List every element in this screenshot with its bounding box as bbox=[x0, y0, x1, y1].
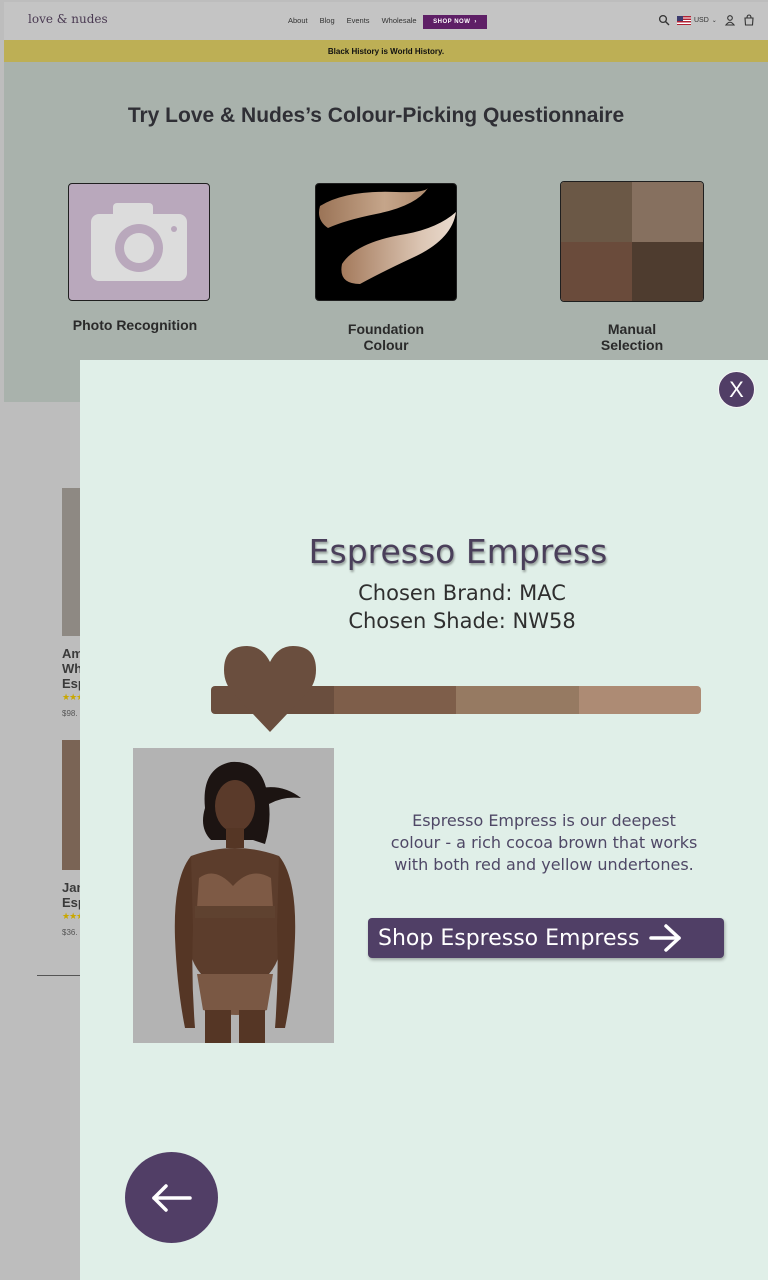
nav-events[interactable]: Events bbox=[347, 16, 370, 25]
manual-label-line2: Selection bbox=[600, 337, 664, 353]
chosen-brand: Chosen Brand: MAC bbox=[358, 581, 566, 605]
foundation-swatch-image bbox=[319, 188, 456, 284]
search-icon[interactable] bbox=[658, 14, 670, 26]
nav-wholesale[interactable]: Wholesale bbox=[382, 16, 417, 25]
shop-shade-button[interactable]: Shop Espresso Empress bbox=[368, 918, 724, 958]
arrow-left-icon bbox=[151, 1183, 192, 1212]
foundation-label-line1: Foundation bbox=[347, 321, 425, 337]
manual-selection-option[interactable] bbox=[560, 181, 704, 302]
currency-label: USD bbox=[694, 16, 709, 24]
shade-description: Espresso Empress is our deepest colour -… bbox=[390, 811, 698, 874]
camera-icon bbox=[91, 203, 187, 281]
shade-result-modal: X Espresso Empress Chosen Brand: MAC Cho… bbox=[80, 360, 768, 1280]
close-modal-button[interactable]: X bbox=[718, 371, 755, 408]
colour-swatch bbox=[561, 182, 632, 242]
photo-recognition-label[interactable]: Photo Recognition bbox=[65, 317, 205, 333]
us-flag-icon bbox=[677, 15, 691, 25]
chevron-down-icon: ⌄ bbox=[711, 17, 717, 24]
nav-blog[interactable]: Blog bbox=[320, 16, 335, 25]
product-price: $98. bbox=[62, 709, 78, 718]
model-image bbox=[133, 748, 334, 1043]
nav-about[interactable]: About bbox=[288, 16, 308, 25]
currency-selector[interactable]: USD ⌄ bbox=[677, 15, 717, 25]
colour-swatch bbox=[632, 182, 703, 242]
top-navigation-bar: love & nudes About Blog Events Wholesale… bbox=[4, 2, 768, 40]
product-image[interactable] bbox=[62, 488, 82, 636]
shop-now-label: SHOP NOW bbox=[433, 19, 471, 25]
shop-shade-label: Shop Espresso Empress bbox=[378, 925, 640, 951]
announcement-bar: Black History is World History. bbox=[4, 40, 768, 62]
product-price: $36. bbox=[62, 928, 78, 937]
colour-swatch bbox=[632, 241, 703, 301]
site-logo[interactable]: love & nudes bbox=[28, 12, 108, 26]
shade-scale-segment bbox=[578, 686, 701, 714]
questionnaire-section: Try Love & Nudes’s Colour-Picking Questi… bbox=[4, 62, 768, 402]
shop-now-button[interactable]: SHOP NOW › bbox=[423, 15, 487, 29]
back-button[interactable] bbox=[125, 1152, 218, 1243]
announcement-text: Black History is World History. bbox=[327, 46, 445, 56]
chosen-shade: Chosen Shade: NW58 bbox=[348, 609, 576, 633]
foundation-colour-label[interactable]: Foundation Colour bbox=[315, 321, 457, 353]
foundation-colour-option[interactable] bbox=[315, 183, 457, 301]
cart-icon[interactable] bbox=[743, 14, 755, 26]
photo-recognition-option[interactable] bbox=[68, 183, 210, 301]
shade-scale-segment bbox=[333, 686, 456, 714]
close-icon: X bbox=[729, 376, 744, 402]
manual-selection-label[interactable]: Manual Selection bbox=[560, 321, 704, 353]
model-figure bbox=[133, 748, 334, 1043]
foundation-label-line2: Colour bbox=[363, 337, 409, 353]
shade-scale-segment bbox=[456, 686, 579, 714]
colour-swatch bbox=[561, 241, 632, 301]
questionnaire-title: Try Love & Nudes’s Colour-Picking Questi… bbox=[127, 104, 625, 127]
arrow-right-icon bbox=[649, 924, 682, 952]
shade-name-heading: Espresso Empress bbox=[308, 532, 608, 571]
chevron-right-icon: › bbox=[474, 19, 477, 25]
account-icon[interactable] bbox=[724, 14, 736, 26]
header-utilities: USD ⌄ bbox=[658, 14, 755, 26]
main-nav: About Blog Events Wholesale bbox=[288, 16, 417, 25]
product-image[interactable] bbox=[62, 740, 82, 870]
heart-marker-icon bbox=[224, 646, 316, 732]
manual-label-line1: Manual bbox=[607, 321, 657, 337]
